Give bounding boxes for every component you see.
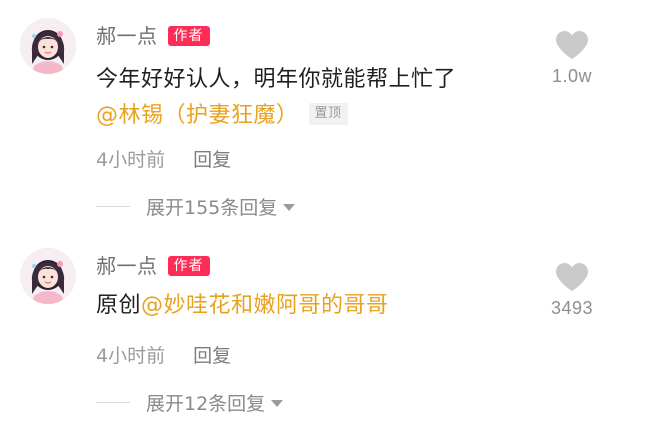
- like-box: 3493: [537, 262, 607, 319]
- heart-icon[interactable]: [555, 30, 589, 60]
- like-count: 3493: [550, 298, 594, 318]
- comment-mention-line: @林锡（护妻狂魔） 置顶: [96, 98, 533, 134]
- pinned-tag: 置顶: [308, 103, 348, 125]
- mention-link[interactable]: @妙哇花和嫩阿哥的哥哥: [141, 293, 389, 318]
- avatar-image: [20, 18, 76, 74]
- caret-down-icon: [271, 399, 284, 407]
- timestamp: 4小时前: [96, 344, 166, 367]
- comment-header: 郝一点 作者: [96, 22, 210, 50]
- avatar-girl-icon[interactable]: [20, 18, 76, 74]
- heart-icon[interactable]: [555, 262, 589, 292]
- divider-line: [96, 205, 130, 207]
- comment-meta: 4小时前 回复: [96, 340, 231, 368]
- expand-replies-button[interactable]: 展开155条回复: [96, 192, 296, 220]
- timestamp: 4小时前: [96, 148, 166, 171]
- username[interactable]: 郝一点: [96, 22, 158, 50]
- expand-replies-label: 展开12条回复: [146, 392, 266, 415]
- comment-item: 郝一点 作者 原创@妙哇花和嫩阿哥的哥哥 4小时前 回复 展开12条回复 349…: [0, 232, 653, 425]
- like-count: 1.0w: [551, 66, 593, 86]
- comment-header: 郝一点 作者: [96, 252, 210, 280]
- mention-link[interactable]: @林锡（护妻狂魔）: [96, 103, 299, 128]
- reply-button[interactable]: 回复: [193, 145, 231, 172]
- avatar-image: [20, 248, 76, 304]
- expand-replies-button[interactable]: 展开12条回复: [96, 388, 284, 416]
- caret-down-icon: [283, 203, 296, 211]
- expand-replies-label: 展开155条回复: [146, 196, 278, 219]
- like-box: 1.0w: [537, 30, 607, 87]
- comment-text: 原创@妙哇花和嫩阿哥的哥哥: [96, 288, 533, 324]
- comment-text-line: 原创@妙哇花和嫩阿哥的哥哥: [96, 288, 533, 324]
- author-badge: 作者: [167, 26, 210, 46]
- avatar-girl-icon[interactable]: [20, 248, 76, 304]
- comment-item: 郝一点 作者 今年好好认人，明年你就能帮上忙了 @林锡（护妻狂魔） 置顶 4小时前…: [0, 0, 653, 228]
- divider-line: [96, 401, 130, 403]
- comment-text-line: 今年好好认人，明年你就能帮上忙了: [96, 67, 457, 92]
- comment-list: 郝一点 作者 今年好好认人，明年你就能帮上忙了 @林锡（护妻狂魔） 置顶 4小时前…: [0, 0, 653, 425]
- username[interactable]: 郝一点: [96, 252, 158, 280]
- comment-text-prefix: 原创: [96, 293, 142, 318]
- comment-text: 今年好好认人，明年你就能帮上忙了 @林锡（护妻狂魔） 置顶: [96, 62, 533, 134]
- reply-button[interactable]: 回复: [193, 341, 231, 368]
- author-badge: 作者: [167, 256, 210, 276]
- comment-meta: 4小时前 回复: [96, 144, 231, 172]
